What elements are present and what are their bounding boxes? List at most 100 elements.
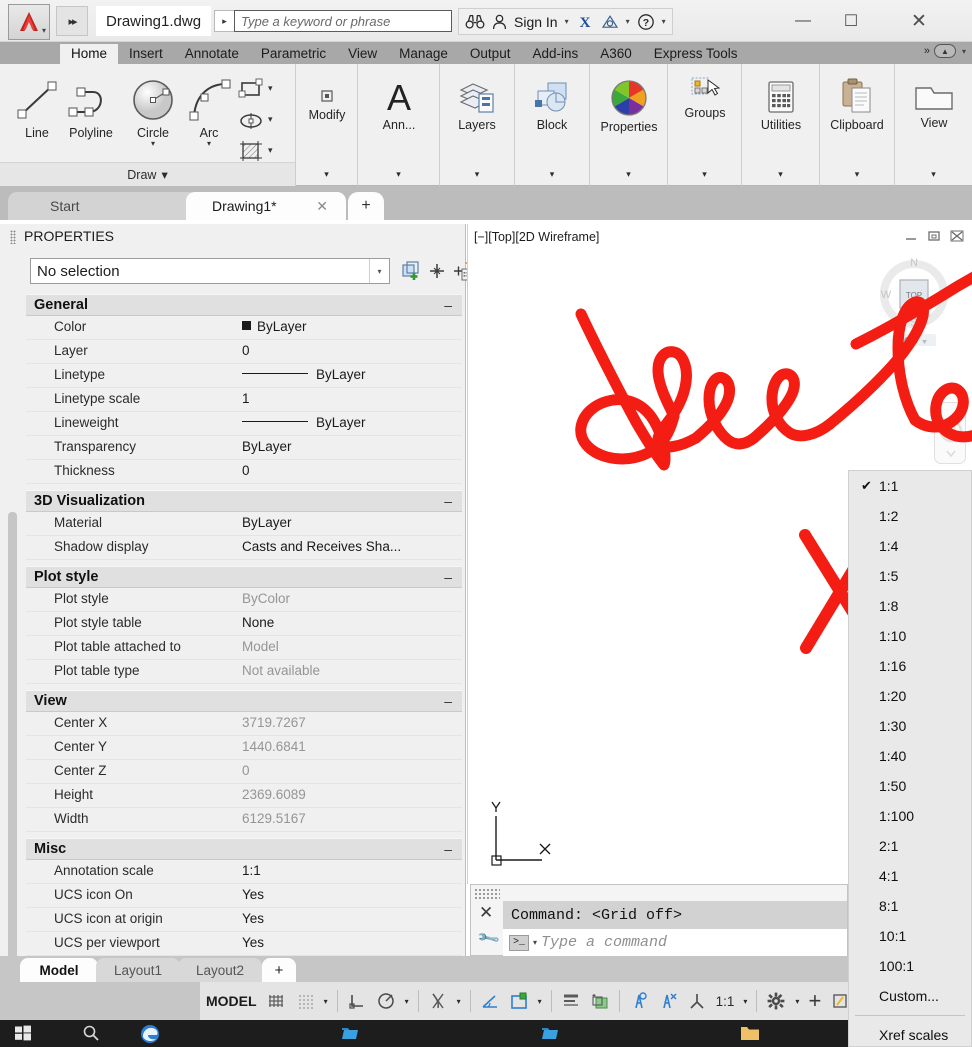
property-row-center-y[interactable]: Center Y 1440.6841	[26, 736, 462, 760]
quick-select-icon[interactable]	[400, 260, 422, 282]
property-row-layer[interactable]: Layer 0	[26, 340, 462, 364]
polar-dropdown-chevron-down-icon[interactable]: ▾	[405, 988, 409, 1014]
tab-express-tools[interactable]: Express Tools	[643, 44, 749, 64]
collapse-icon[interactable]: –	[444, 493, 452, 509]
annotation-scale-chevron-down-icon[interactable]: ▾	[743, 988, 747, 1014]
groups-panel-button[interactable]: Groups	[676, 76, 734, 120]
scale-menu-item-100-1[interactable]: 100:1	[849, 951, 971, 981]
help-question-icon[interactable]: ?	[637, 13, 655, 31]
draw-line-button[interactable]: Line	[8, 76, 66, 140]
selection-dropdown-chevron-down-icon[interactable]: ▾	[538, 988, 542, 1014]
wrench-icon[interactable]: 🔧	[476, 925, 501, 951]
property-row-center-x[interactable]: Center X 3719.7267	[26, 712, 462, 736]
property-row-linetype[interactable]: Linetype ByLayer	[26, 364, 462, 388]
draw-rectangle-button[interactable]	[238, 78, 264, 103]
tab-a360[interactable]: A360	[589, 44, 643, 64]
grid-display-icon[interactable]	[266, 988, 286, 1014]
scale-menu-item-2-1[interactable]: 2:1	[849, 831, 971, 861]
store-icon[interactable]	[540, 1024, 560, 1044]
ortho-mode-icon[interactable]	[347, 988, 367, 1014]
annotation-scale-value[interactable]: 1:1	[716, 988, 735, 1014]
window-close-button[interactable]: ✕	[896, 6, 942, 36]
layout-tab-layout1[interactable]: Layout1	[96, 958, 180, 982]
explorer-icon[interactable]	[340, 1024, 360, 1044]
collapse-icon[interactable]: –	[444, 297, 452, 313]
scale-menu-item-1-30[interactable]: 1:30	[849, 711, 971, 741]
angle-constraint-icon[interactable]	[480, 988, 500, 1014]
modify-panel-dropdown[interactable]: ▾	[296, 164, 357, 184]
viewport-label[interactable]: [−][Top][2D Wireframe]	[474, 230, 599, 244]
collapse-icon[interactable]: –	[444, 693, 452, 709]
application-menu-button[interactable]: ▾	[8, 4, 50, 40]
property-row-lineweight[interactable]: Lineweight ByLayer	[26, 412, 462, 436]
utilities-panel-dropdown[interactable]: ▾	[742, 164, 819, 184]
new-layout-button[interactable]: +	[262, 958, 296, 982]
view-panel-dropdown[interactable]: ▾	[895, 164, 972, 184]
search-icon[interactable]	[82, 1024, 102, 1044]
property-row-height[interactable]: Height 2369.6089	[26, 784, 462, 808]
group-header-3d-visualization[interactable]: 3D Visualization –	[26, 490, 462, 512]
group-header-plot-style[interactable]: Plot style –	[26, 566, 462, 588]
selection-dropdown[interactable]: No selection ▾	[30, 258, 390, 284]
scale-menu-item-10-1[interactable]: 10:1	[849, 921, 971, 951]
scale-menu-item-xref-scales[interactable]: Xref scales	[849, 1020, 971, 1047]
group-header-general[interactable]: General –	[26, 294, 462, 316]
property-row-shadow-display[interactable]: Shadow display Casts and Receives Sha...	[26, 536, 462, 560]
sign-in-caret-icon[interactable]: ▾	[565, 17, 569, 26]
polar-tracking-icon[interactable]	[376, 988, 396, 1014]
property-row-center-z[interactable]: Center Z 0	[26, 760, 462, 784]
scale-menu-item-1-5[interactable]: 1:5	[849, 561, 971, 591]
search-input[interactable]: Type a keyword or phrase	[234, 10, 452, 32]
palette-grip-icon[interactable]	[10, 230, 16, 244]
window-maximize-button[interactable]: ☐	[828, 6, 874, 36]
share-caret-icon[interactable]: ▾	[626, 17, 630, 26]
scale-menu-item-1-20[interactable]: 1:20	[849, 681, 971, 711]
draw-arc-dropdown-icon[interactable]: ▾	[207, 140, 211, 148]
command-line-close-icon[interactable]: ✕	[479, 903, 493, 923]
property-row-annotation-scale[interactable]: Annotation scale 1:1	[26, 860, 462, 884]
object-snap-icon[interactable]	[428, 988, 448, 1014]
annotation-visibility-icon[interactable]	[629, 988, 649, 1014]
edge-browser-icon[interactable]	[140, 1024, 160, 1044]
annotation-panel-button[interactable]: A Ann...	[370, 78, 428, 132]
transparency-icon[interactable]	[590, 988, 610, 1014]
scale-menu-item-1-2[interactable]: 1:2	[849, 501, 971, 531]
workspace-gear-icon[interactable]	[766, 988, 786, 1014]
snap-dropdown-chevron-down-icon[interactable]: ▾	[324, 988, 328, 1014]
property-row-color[interactable]: Color ByLayer	[26, 316, 462, 340]
property-row-transparency[interactable]: Transparency ByLayer	[26, 436, 462, 460]
ribbon-minimize-caret-icon[interactable]: ▾	[962, 47, 966, 56]
property-row-plot-style-table[interactable]: Plot style table None	[26, 612, 462, 636]
view-cube[interactable]: TOP N S E W WCS	[878, 250, 950, 348]
scale-menu-item-1-8[interactable]: 1:8	[849, 591, 971, 621]
scale-menu-item-1-10[interactable]: 1:10	[849, 621, 971, 651]
close-icon[interactable]: ✕	[316, 198, 328, 215]
scale-menu-item-1-16[interactable]: 1:16	[849, 651, 971, 681]
new-file-tab-button[interactable]: +	[348, 192, 384, 220]
tab-addins[interactable]: Add-ins	[521, 44, 589, 64]
group-header-view[interactable]: View –	[26, 690, 462, 712]
draw-polyline-button[interactable]: Polyline	[62, 76, 120, 140]
scale-menu-item-4-1[interactable]: 4:1	[849, 861, 971, 891]
property-row-thickness[interactable]: Thickness 0	[26, 460, 462, 484]
scale-menu-item-1-1[interactable]: ✔ 1:1	[849, 471, 971, 501]
collapse-icon[interactable]: –	[444, 569, 452, 585]
block-panel-button[interactable]: Block	[523, 80, 581, 132]
draw-panel-title[interactable]: Draw ▾	[0, 162, 295, 186]
model-space-button[interactable]: MODEL	[206, 988, 257, 1014]
collapse-icon[interactable]: –	[444, 841, 452, 857]
tab-home[interactable]: Home	[60, 44, 119, 64]
property-row-ucs-icon-at-origin[interactable]: UCS icon at origin Yes	[26, 908, 462, 932]
autoscale-icon[interactable]	[658, 988, 678, 1014]
quick-access-toolbar-button[interactable]: ▸▸	[56, 6, 88, 36]
group-header-misc[interactable]: Misc –	[26, 838, 462, 860]
clipboard-panel-dropdown[interactable]: ▾	[820, 164, 894, 184]
property-row-ucs-per-viewport[interactable]: UCS per viewport Yes	[26, 932, 462, 956]
tab-view[interactable]: View	[337, 44, 388, 64]
property-row-material[interactable]: Material ByLayer	[26, 512, 462, 536]
view-panel-button[interactable]: View	[905, 82, 963, 130]
restore-viewport-icon[interactable]	[927, 230, 941, 245]
property-row-plot-table-type[interactable]: Plot table type Not available	[26, 660, 462, 684]
tab-output[interactable]: Output	[459, 44, 522, 64]
user-account-icon[interactable]	[492, 14, 507, 30]
